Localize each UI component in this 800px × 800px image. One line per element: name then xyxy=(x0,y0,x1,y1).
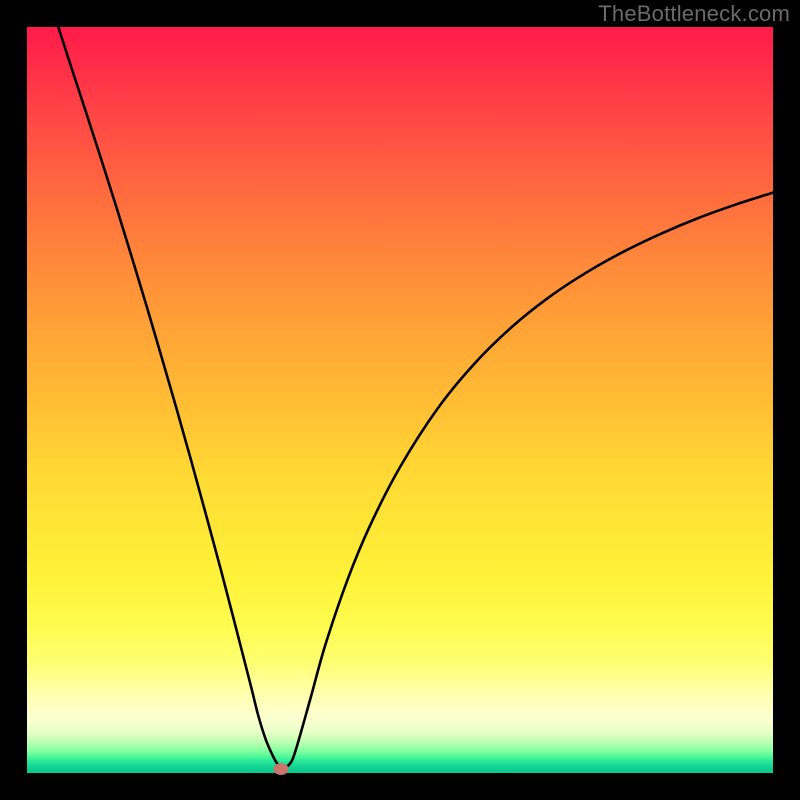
bottleneck-curve xyxy=(27,27,773,773)
chart-frame: TheBottleneck.com xyxy=(0,0,800,800)
optimum-marker xyxy=(273,763,288,775)
watermark-text: TheBottleneck.com xyxy=(598,1,790,27)
